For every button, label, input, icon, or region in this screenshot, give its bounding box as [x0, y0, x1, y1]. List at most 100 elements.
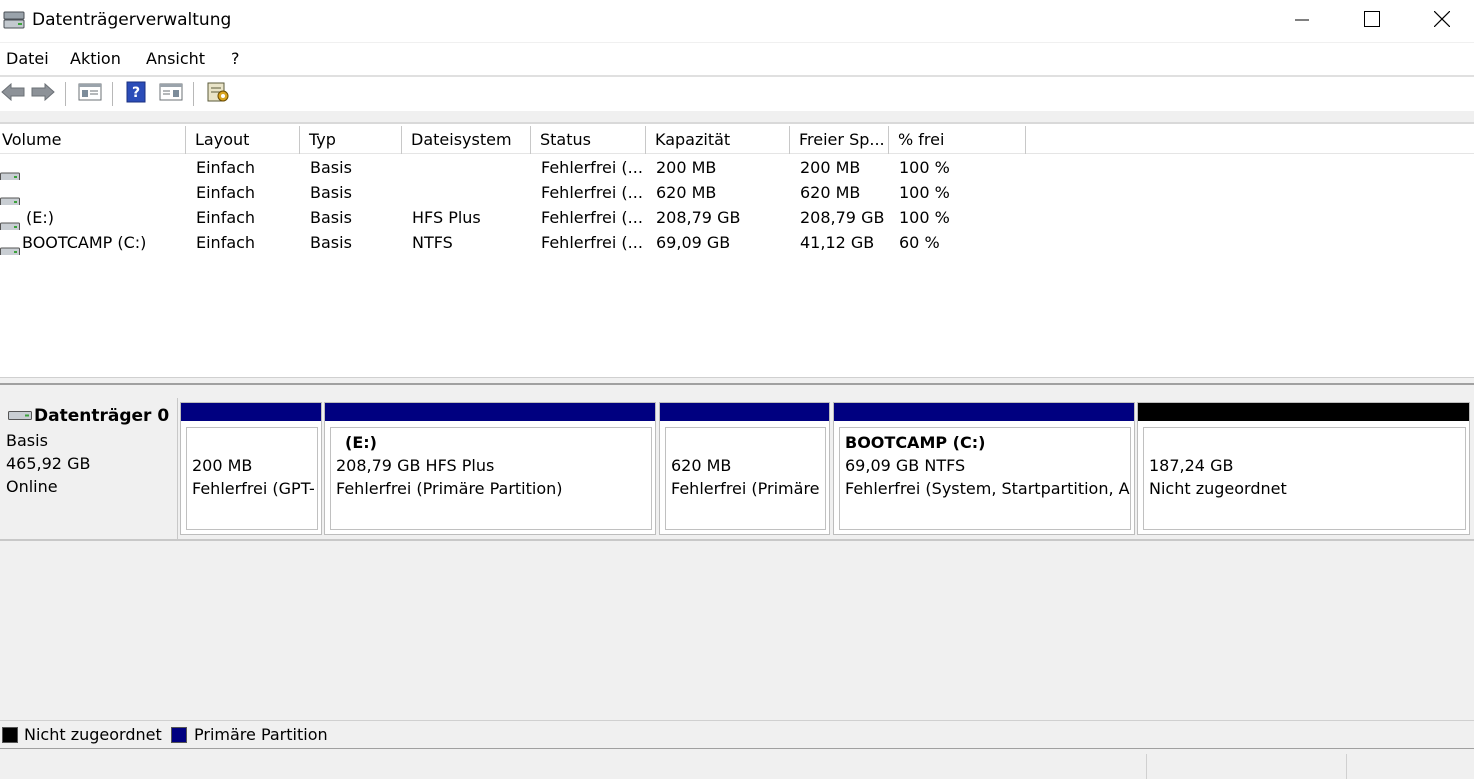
minimize-button[interactable] [1267, 0, 1337, 42]
cell-dateisystem [412, 180, 531, 205]
cell-volume [0, 155, 186, 180]
help-button[interactable]: ? [123, 81, 149, 107]
svg-text:?: ? [132, 85, 140, 101]
cell-volume: BOOTCAMP (C:) [0, 230, 186, 255]
cell-freier-speicher: 620 MB [800, 183, 861, 202]
partition-size: 187,24 GB [1149, 456, 1234, 475]
volume-drive-icon [0, 214, 20, 230]
partition-block[interactable]: 200 MB Fehlerfrei (GPT- [180, 402, 322, 535]
partition-block[interactable]: (E:) 208,79 GB HFS Plus Fehlerfrei (Prim… [324, 402, 656, 535]
unallocated-block[interactable]: 187,24 GB Nicht zugeordnet [1137, 402, 1470, 535]
pane-splitter[interactable] [0, 377, 1474, 385]
disk-drive-icon [8, 406, 32, 426]
cell-layout: Einfach [196, 208, 256, 227]
legend: Nicht zugeordnet Primäre Partition [0, 720, 1474, 749]
cell-status: Fehlerfrei (... [541, 208, 643, 227]
close-button[interactable] [1407, 0, 1474, 42]
partition-status: Fehlerfrei (Primäre [671, 479, 820, 498]
cell-prozent-frei: 100 % [899, 183, 950, 202]
cell-typ: Basis [310, 183, 352, 202]
cell-volume [0, 180, 186, 205]
cell-status: Fehlerfrei (... [541, 233, 643, 252]
disk-type: Basis [6, 431, 48, 450]
cell-kapazitaet: 200 MB [656, 158, 717, 177]
cell-kapazitaet: 208,79 GB [656, 208, 741, 227]
cell-freier-speicher: 208,79 GB [800, 208, 885, 227]
cell-typ: Basis [310, 158, 352, 177]
disk-info-panel[interactable]: Datenträger 0 Basis 465,92 GB Online [0, 398, 178, 541]
cell-status: Fehlerfrei (... [541, 183, 643, 202]
forward-button[interactable] [30, 82, 56, 106]
column-header-layout[interactable]: Layout [186, 126, 300, 154]
status-bar-separator [1346, 754, 1347, 779]
partition-body: (E:) 208,79 GB HFS Plus Fehlerfrei (Prim… [330, 427, 652, 530]
table-row[interactable]: (E:) Einfach Basis HFS Plus Fehlerfrei (… [0, 205, 1474, 230]
column-header-volume[interactable]: Volume [0, 126, 186, 154]
partition-block[interactable]: BOOTCAMP (C:) 69,09 GB NTFS Fehlerfrei (… [833, 402, 1135, 535]
disk-row-divider [178, 535, 1474, 541]
column-header-kapazitaet[interactable]: Kapazität [646, 126, 790, 154]
partition-block[interactable]: 620 MB Fehlerfrei (Primäre [659, 402, 830, 535]
partition-size: 620 MB [671, 456, 732, 475]
cell-volume: (E:) [0, 205, 186, 230]
back-button[interactable] [0, 82, 26, 106]
cell-prozent-frei: 60 % [899, 233, 940, 252]
column-header-prozent-frei[interactable]: % frei [889, 126, 1026, 154]
table-row[interactable]: Einfach Basis Fehlerfrei (... 200 MB 200… [0, 155, 1474, 180]
title-bar: Datenträgerverwaltung [0, 0, 1474, 42]
menu-help[interactable]: ? [231, 49, 240, 68]
cell-status: Fehlerfrei (... [541, 158, 643, 177]
partition-size: 69,09 GB NTFS [845, 456, 966, 475]
action-pane-button[interactable] [158, 82, 184, 106]
partition-body: 200 MB Fehlerfrei (GPT- [186, 427, 318, 530]
maximize-button[interactable] [1337, 0, 1407, 42]
menu-bar: Datei Aktion Ansicht ? [0, 43, 1474, 75]
partition-size: 200 MB [192, 456, 253, 475]
cell-freier-speicher: 200 MB [800, 158, 861, 177]
menu-ansicht[interactable]: Ansicht [146, 49, 205, 68]
cell-kapazitaet: 620 MB [656, 183, 717, 202]
disk-state: Online [6, 477, 58, 496]
cell-dateisystem: NTFS [412, 233, 453, 252]
window-title: Datenträgerverwaltung [32, 10, 232, 30]
cell-prozent-frei: 100 % [899, 158, 950, 177]
table-row[interactable]: Einfach Basis Fehlerfrei (... 620 MB 620… [0, 180, 1474, 205]
partition-type-bar [181, 403, 321, 421]
menu-aktion[interactable]: Aktion [70, 49, 121, 68]
column-header-typ[interactable]: Typ [300, 126, 402, 154]
partition-size: 208,79 GB HFS Plus [336, 456, 495, 475]
minimize-icon [1295, 12, 1309, 31]
column-header-freier-speicher[interactable]: Freier Sp... [790, 126, 889, 154]
cell-dateisystem [412, 155, 531, 180]
legend-swatch-primary [171, 727, 187, 743]
column-header-dateisystem[interactable]: Dateisystem [402, 126, 531, 154]
volume-drive-icon [0, 164, 20, 180]
cell-layout: Einfach [196, 158, 256, 177]
forward-arrow-icon [31, 82, 55, 105]
disk-management-app-icon [3, 9, 25, 31]
legend-swatch-unallocated [2, 727, 18, 743]
column-header-status[interactable]: Status [531, 126, 646, 154]
disk-view: Datenträger 0 Basis 465,92 GB Online 200… [0, 385, 1474, 720]
menu-datei[interactable]: Datei [6, 49, 49, 68]
partition-body: 620 MB Fehlerfrei (Primäre [665, 427, 826, 530]
cell-typ: Basis [310, 233, 352, 252]
partition-type-bar [660, 403, 829, 421]
partition-name: BOOTCAMP (C:) [845, 433, 986, 452]
partition-name: (E:) [345, 433, 377, 452]
partition-type-bar [834, 403, 1134, 421]
toolbar-separator [65, 82, 66, 106]
console-tree-button[interactable] [77, 82, 103, 106]
help-icon: ? [126, 81, 146, 107]
cell-freier-speicher: 41,12 GB [800, 233, 875, 252]
cell-layout: Einfach [196, 183, 256, 202]
cell-typ: Basis [310, 208, 352, 227]
legend-label-unallocated: Nicht zugeordnet [24, 725, 162, 744]
volume-list-header: Volume Layout Typ Dateisystem Status Kap… [0, 126, 1474, 154]
properties-icon [206, 81, 230, 107]
volume-drive-icon [0, 239, 20, 255]
cell-dateisystem: HFS Plus [412, 208, 481, 227]
disk-size: 465,92 GB [6, 454, 91, 473]
table-row[interactable]: BOOTCAMP (C:) Einfach Basis NTFS Fehlerf… [0, 230, 1474, 255]
properties-button[interactable] [205, 82, 231, 106]
